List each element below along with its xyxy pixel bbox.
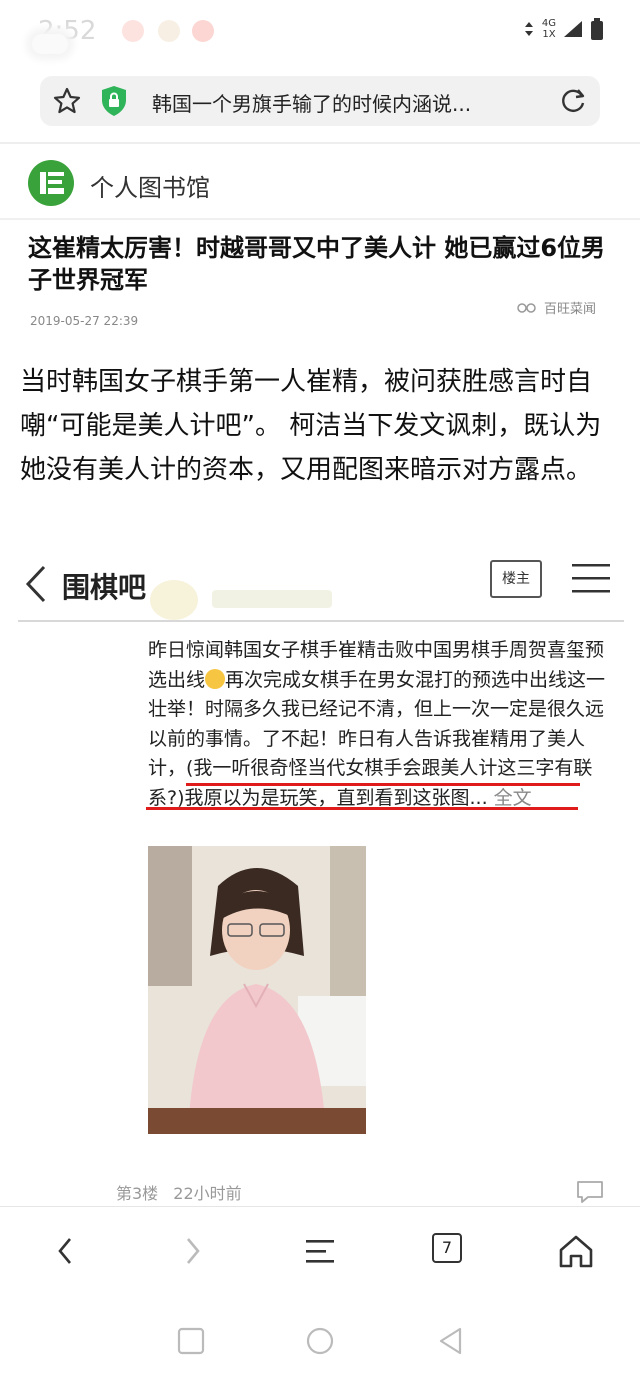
site-logo[interactable]: [28, 160, 74, 206]
source-tag: 百旺菜闻: [516, 298, 596, 317]
site-name[interactable]: 个人图书馆: [90, 168, 210, 203]
logo-mark-icon: [40, 172, 64, 194]
post-time: 22小时前: [173, 1184, 242, 1203]
divider: [0, 142, 640, 144]
post-text-part2: 再次完成女棋手在男女混打的预选中出线这一壮举！时隔多久我已经记不清，但上一次一定…: [148, 668, 606, 809]
refresh-icon[interactable]: [558, 86, 588, 116]
red-underline: [146, 807, 578, 810]
status-indicators: 4G 1X: [524, 18, 604, 40]
browser-toolbar: 7: [0, 1206, 640, 1290]
divider: [18, 620, 624, 622]
address-title[interactable]: 韩国一个男旗手输了的时候内涵说...: [152, 88, 532, 117]
menu-icon[interactable]: [300, 1231, 340, 1271]
notification-icon: [192, 20, 214, 42]
network-type: 4G 1X: [542, 18, 556, 40]
forum-title: 围棋吧: [62, 571, 147, 604]
read-more-link: 全文: [493, 786, 532, 809]
circle-icon[interactable]: [305, 1326, 335, 1356]
shield-lock-icon[interactable]: [100, 85, 128, 117]
address-bar[interactable]: 韩国一个男旗手输了的时候内涵说...: [40, 76, 600, 126]
divider: [0, 218, 640, 220]
notification-icon: [158, 20, 180, 42]
back-icon[interactable]: [46, 1231, 86, 1271]
forward-icon[interactable]: [172, 1231, 212, 1271]
system-nav-bar: [0, 1290, 640, 1386]
status-notification-blur: [32, 34, 68, 54]
source-name: 百旺菜闻: [544, 302, 597, 317]
forum-post-text: 昨日惊闻韩国女子棋手崔精击败中国男棋手周贺喜玺预选出线 再次完成女棋手在男女混打的…: [148, 636, 618, 813]
status-bar: 2:52 4G 1X: [0, 0, 640, 62]
back-icon: [25, 565, 46, 603]
data-arrows-icon: [524, 22, 533, 36]
photo-illustration: [148, 846, 366, 1134]
owner-only-button: 楼主: [490, 560, 542, 598]
surprised-emoji-icon: [205, 668, 226, 689]
network-top-label: 4G: [541, 18, 556, 29]
article-date: 2019-05-27 22:39: [30, 314, 139, 328]
tabs-button[interactable]: 7: [432, 1233, 462, 1263]
menu-icon: [572, 564, 610, 593]
battery-icon: [591, 18, 603, 40]
source-logo-icon: [517, 302, 536, 313]
notification-icon: [122, 20, 144, 42]
post-meta: 第3楼 22小时前: [116, 1180, 242, 1204]
red-underline: [186, 783, 580, 786]
square-icon[interactable]: [176, 1326, 206, 1356]
post-floor: 第3楼: [116, 1184, 159, 1203]
post-photo: [148, 846, 366, 1134]
triangle-back-icon[interactable]: [436, 1326, 466, 1356]
home-icon[interactable]: [556, 1231, 596, 1271]
signal-icon: [564, 21, 582, 37]
comment-icon: [577, 1181, 603, 1203]
body-paragraph: 当时韩国女子棋手第一人崔精，被问获胜感言时自嘲“可能是美人计吧”。 柯洁当下发文…: [20, 367, 602, 485]
article-headline: 这崔精太厉害！时越哥哥又中了美人计 她已赢过6位男子世界冠军: [28, 234, 606, 294]
network-bottom-label: 1X: [542, 29, 556, 40]
forum-header: 围棋吧 楼主: [18, 556, 628, 620]
star-icon[interactable]: [52, 86, 82, 116]
